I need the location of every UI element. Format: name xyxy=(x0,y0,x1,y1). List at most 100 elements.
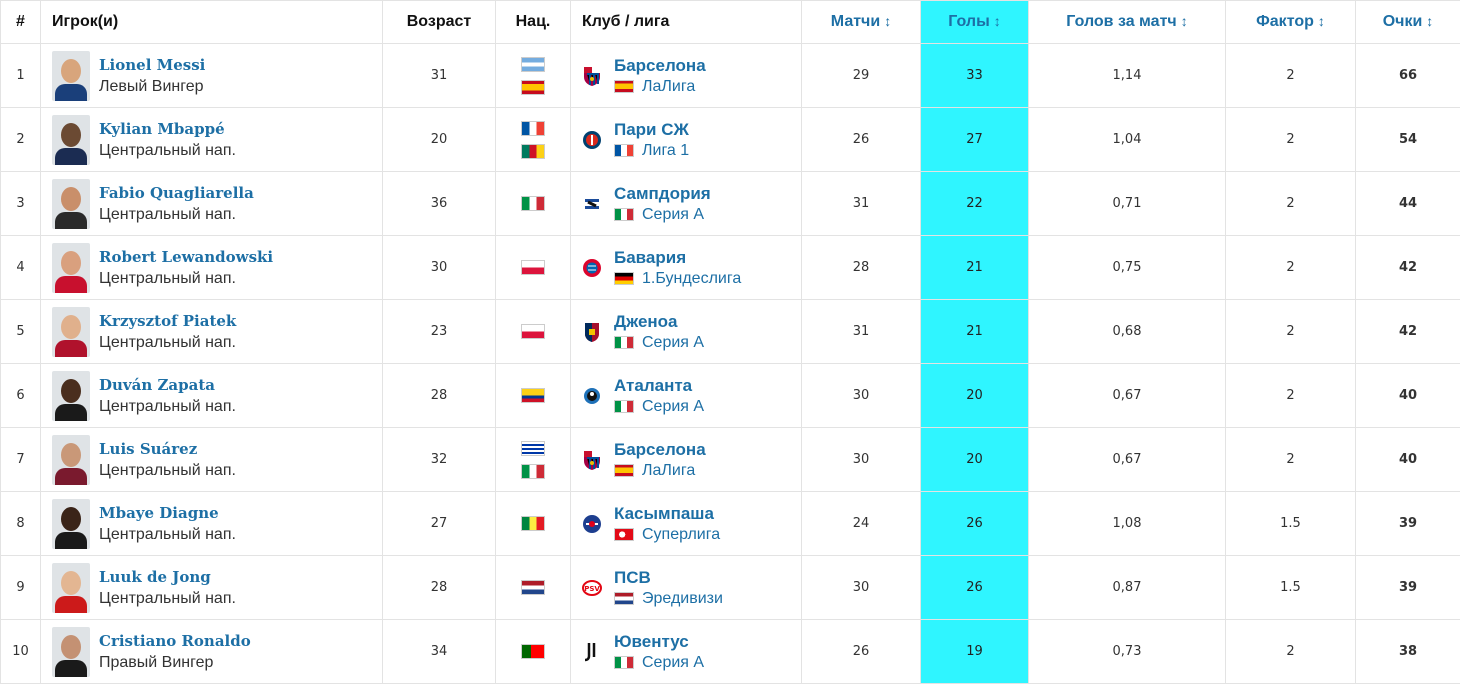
player-name-link[interactable]: Luuk de Jong xyxy=(99,568,236,586)
club-name-link[interactable]: ПСВ xyxy=(614,568,723,588)
matches-header-label: Матчи xyxy=(831,13,880,30)
player-position: Центральный нап. xyxy=(99,270,273,288)
factor-cell: 1.5 xyxy=(1226,556,1356,620)
points-cell: 38 xyxy=(1356,620,1460,684)
player-name-link[interactable]: Luis Suárez xyxy=(99,440,236,458)
club-name-link[interactable]: Аталанта xyxy=(614,376,704,396)
player-name-link[interactable]: Duván Zapata xyxy=(99,376,236,394)
goals-cell: 20 xyxy=(921,428,1029,492)
sampdoria-crest-icon[interactable] xyxy=(582,193,602,215)
goals-per-match-cell: 0,67 xyxy=(1029,428,1226,492)
psg-crest-icon[interactable] xyxy=(582,129,602,151)
club-name-link[interactable]: Барселона xyxy=(614,56,706,76)
points-cell: 42 xyxy=(1356,300,1460,364)
matches-cell: 26 xyxy=(802,620,921,684)
player-position: Правый Вингер xyxy=(99,654,251,672)
table-row: 7 Luis Suárez Центральный нап. 32 Барсел… xyxy=(1,428,1460,492)
spain-flag xyxy=(614,80,634,93)
club-cell: Сампдория Серия А xyxy=(571,172,802,236)
player-name-link[interactable]: Fabio Quagliarella xyxy=(99,184,254,202)
matches-cell: 28 xyxy=(802,236,921,300)
age-cell: 34 xyxy=(383,620,496,684)
player-name-link[interactable]: Krzysztof Piatek xyxy=(99,312,236,330)
col-rank-header: # xyxy=(1,1,41,44)
league-name-link[interactable]: Серия А xyxy=(642,398,704,416)
player-name-link[interactable]: Mbaye Diagne xyxy=(99,504,236,522)
player-name-link[interactable]: Lionel Messi xyxy=(99,56,205,74)
atalanta-crest-icon[interactable] xyxy=(582,385,602,407)
player-photo xyxy=(52,499,90,549)
sort-factor-header[interactable]: Фактор↕ xyxy=(1226,1,1356,44)
player-photo xyxy=(52,563,90,613)
matches-cell: 31 xyxy=(802,300,921,364)
goals-per-match-cell: 1,08 xyxy=(1029,492,1226,556)
club-cell: Барселона ЛаЛига xyxy=(571,428,802,492)
league-name-link[interactable]: Лига 1 xyxy=(642,142,689,160)
player-cell: Cristiano Ronaldo Правый Вингер xyxy=(41,620,383,684)
goals-cell: 33 xyxy=(921,44,1029,108)
italy-flag xyxy=(614,336,634,349)
france-flag xyxy=(614,144,634,157)
sort-gpm-header[interactable]: Голов за матч↕ xyxy=(1029,1,1226,44)
club-cell: Аталанта Серия А xyxy=(571,364,802,428)
france-flag xyxy=(521,121,545,136)
svg-text:PSV: PSV xyxy=(584,585,600,593)
age-cell: 36 xyxy=(383,172,496,236)
table-row: 1 Lionel Messi Левый Вингер 31 Барселона xyxy=(1,44,1460,108)
player-name-link[interactable]: Robert Lewandowski xyxy=(99,248,273,266)
bayern-crest-icon[interactable] xyxy=(582,257,602,279)
goals-per-match-cell: 0,75 xyxy=(1029,236,1226,300)
player-photo xyxy=(52,435,90,485)
points-cell: 44 xyxy=(1356,172,1460,236)
league-name-link[interactable]: 1.Бундеслига xyxy=(642,270,741,288)
factor-cell: 2 xyxy=(1226,172,1356,236)
player-name-link[interactable]: Kylian Mbappé xyxy=(99,120,236,138)
nationality-cell xyxy=(496,44,571,108)
juventus-crest-icon[interactable] xyxy=(582,641,602,663)
player-name-link[interactable]: Cristiano Ronaldo xyxy=(99,632,251,650)
club-name-link[interactable]: Касымпаша xyxy=(614,504,720,524)
league-name-link[interactable]: Серия А xyxy=(642,334,704,352)
league-name-link[interactable]: ЛаЛига xyxy=(642,78,695,96)
club-name-link[interactable]: Ювентус xyxy=(614,632,704,652)
league-name-link[interactable]: Эредивизи xyxy=(642,590,723,608)
genoa-crest-icon[interactable] xyxy=(582,321,602,343)
club-name-link[interactable]: Бавария xyxy=(614,248,741,268)
sort-points-header[interactable]: Очки↕ xyxy=(1356,1,1460,44)
club-cell: Ювентус Серия А xyxy=(571,620,802,684)
psv-crest-icon[interactable]: PSV xyxy=(582,577,602,599)
club-name-link[interactable]: Дженоа xyxy=(614,312,704,332)
player-cell: Lionel Messi Левый Вингер xyxy=(41,44,383,108)
nationality-cell xyxy=(496,620,571,684)
player-cell: Kylian Mbappé Центральный нап. xyxy=(41,108,383,172)
league-name-link[interactable]: ЛаЛига xyxy=(642,462,695,480)
club-name-link[interactable]: Сампдория xyxy=(614,184,711,204)
barcelona-crest-icon[interactable] xyxy=(582,449,602,471)
matches-cell: 30 xyxy=(802,428,921,492)
league-name-link[interactable]: Серия А xyxy=(642,654,704,672)
poland-flag xyxy=(521,260,545,275)
rank-cell: 8 xyxy=(1,492,41,556)
factor-cell: 2 xyxy=(1226,300,1356,364)
factor-cell: 2 xyxy=(1226,44,1356,108)
sort-arrows-icon: ↕ xyxy=(1181,13,1188,29)
league-name-link[interactable]: Суперлига xyxy=(642,526,720,544)
player-photo xyxy=(52,243,90,293)
club-name-link[interactable]: Пари СЖ xyxy=(614,120,689,140)
league-name-link[interactable]: Серия А xyxy=(642,206,704,224)
sort-matches-header[interactable]: Матчи↕ xyxy=(802,1,921,44)
sort-goals-header[interactable]: Голы↕ xyxy=(921,1,1029,44)
barcelona-crest-icon[interactable] xyxy=(582,65,602,87)
player-position: Центральный нап. xyxy=(99,142,236,160)
player-position: Центральный нап. xyxy=(99,462,236,480)
table-row: 2 Kylian Mbappé Центральный нап. 20 Пари… xyxy=(1,108,1460,172)
factor-cell: 1.5 xyxy=(1226,492,1356,556)
italy-flag xyxy=(614,400,634,413)
colombia-flag xyxy=(521,388,545,403)
points-cell: 39 xyxy=(1356,492,1460,556)
table-row: 8 Mbaye Diagne Центральный нап. 27 Касым… xyxy=(1,492,1460,556)
club-name-link[interactable]: Барселона xyxy=(614,440,706,460)
age-cell: 20 xyxy=(383,108,496,172)
kasimpasa-crest-icon[interactable] xyxy=(582,513,602,535)
points-cell: 40 xyxy=(1356,364,1460,428)
